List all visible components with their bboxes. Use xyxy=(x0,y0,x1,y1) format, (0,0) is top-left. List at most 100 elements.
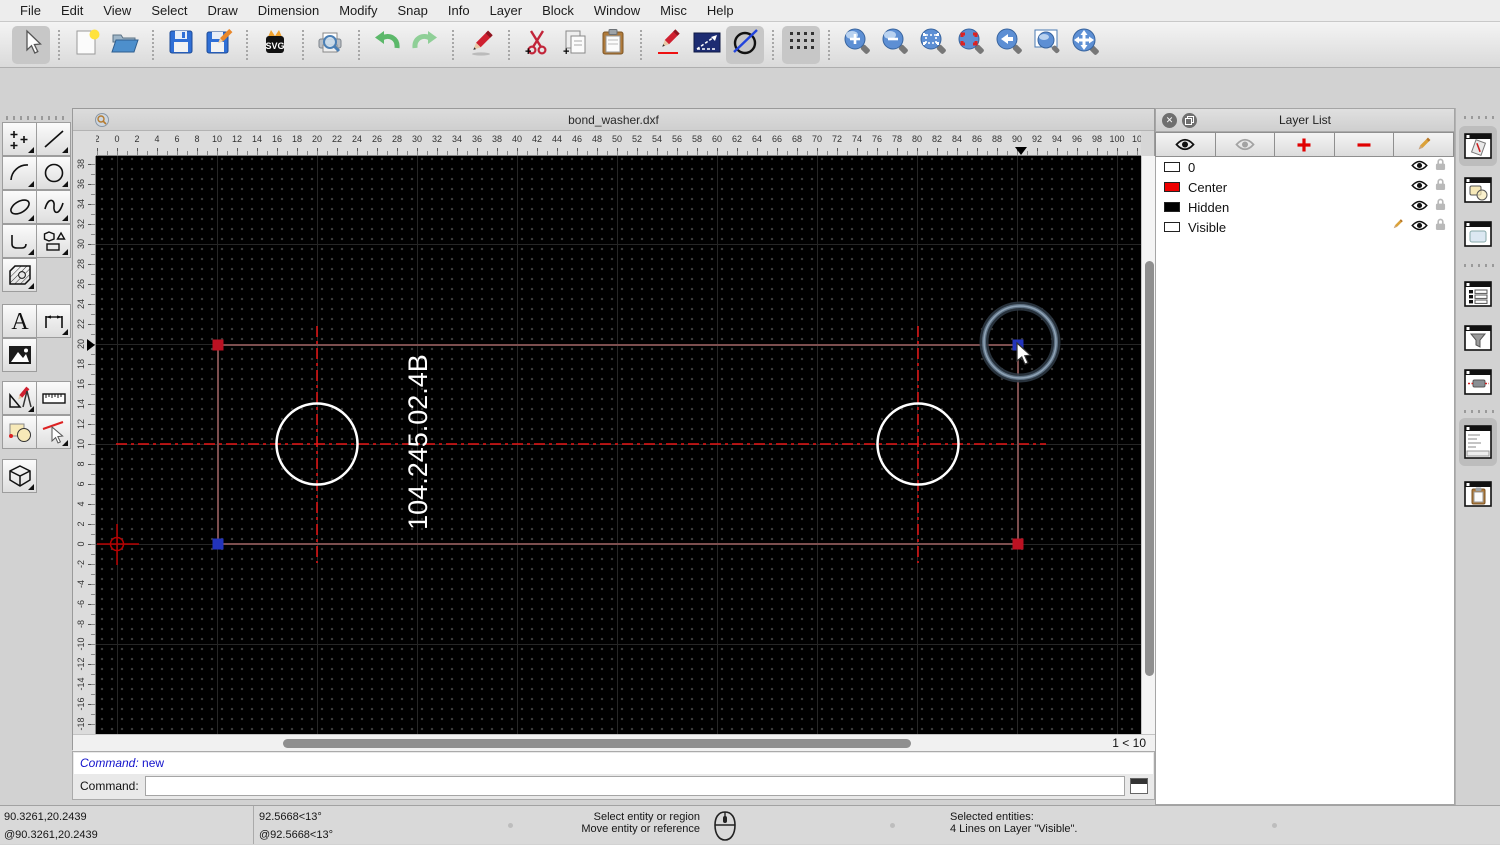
menu-item-block[interactable]: Block xyxy=(532,0,584,22)
delete-select-tool-button[interactable] xyxy=(36,415,71,449)
command-dock-toggle-button[interactable] xyxy=(1130,777,1148,794)
menu-item-window[interactable]: Window xyxy=(584,0,650,22)
cut-button[interactable]: + xyxy=(518,26,556,64)
menu-item-help[interactable]: Help xyxy=(697,0,744,22)
line-tool-button[interactable] xyxy=(36,122,71,156)
menu-item-edit[interactable]: Edit xyxy=(51,0,93,22)
polygon-tool-button[interactable] xyxy=(36,224,71,258)
layer-row-visible[interactable]: Visible xyxy=(1156,217,1454,237)
add-layer-button[interactable] xyxy=(1274,132,1335,157)
save-button[interactable] xyxy=(162,26,200,64)
menu-item-draw[interactable]: Draw xyxy=(197,0,247,22)
ruler-label: 14 xyxy=(76,399,86,410)
polyline-tool-button[interactable] xyxy=(2,224,37,258)
horizontal-scrollbar-thumb[interactable] xyxy=(283,739,911,748)
open-file-button[interactable] xyxy=(106,26,144,64)
menu-item-dimension[interactable]: Dimension xyxy=(248,0,329,22)
dock-block-list-button[interactable] xyxy=(1459,170,1497,210)
dock-dimension-widget-button[interactable] xyxy=(1459,362,1497,402)
zoom-out-button[interactable] xyxy=(876,26,914,64)
measure-tool-button[interactable] xyxy=(36,381,71,415)
layer-visibility-eye-icon[interactable] xyxy=(1411,178,1428,196)
menu-item-layer[interactable]: Layer xyxy=(480,0,533,22)
zoom-previous-button[interactable] xyxy=(990,26,1028,64)
layer-lock-icon[interactable] xyxy=(1435,198,1446,216)
zoom-window-button[interactable] xyxy=(1028,26,1066,64)
undo-button[interactable] xyxy=(368,26,406,64)
dimension-tool-button[interactable] xyxy=(36,304,71,338)
zoom-pan-button[interactable] xyxy=(1066,26,1104,64)
layer-visibility-eye-icon[interactable] xyxy=(1411,158,1428,176)
arc-tool-button[interactable] xyxy=(2,156,37,190)
dock-clipboard-button[interactable] xyxy=(1459,474,1497,514)
command-prompt-label: Command: xyxy=(80,778,139,793)
spline-tool-button[interactable] xyxy=(36,190,71,224)
ruler-label: -6 xyxy=(76,600,86,609)
menu-item-misc[interactable]: Misc xyxy=(650,0,697,22)
select-arrow-button[interactable] xyxy=(12,25,50,64)
zoom-redraw-button[interactable] xyxy=(952,26,990,64)
image-tool-button[interactable] xyxy=(2,338,37,372)
scissors-icon: + xyxy=(522,27,552,62)
layer-name: Center xyxy=(1188,179,1228,195)
selection-title: Selected entities: xyxy=(950,811,1034,823)
dock-pen-palette-button[interactable] xyxy=(1459,126,1497,166)
vertical-scrollbar-thumb[interactable] xyxy=(1145,261,1154,676)
solid-3d-tool-button[interactable] xyxy=(2,459,37,493)
text-tool-button[interactable]: A xyxy=(2,304,37,338)
delete-entity-button[interactable] xyxy=(462,26,500,64)
hide-all-layers-button[interactable] xyxy=(1214,132,1276,157)
order-tool-button[interactable] xyxy=(2,415,37,449)
layer-row-center[interactable]: Center xyxy=(1156,177,1454,197)
drawing-window-titlebar[interactable]: bond_washer.dxf xyxy=(73,109,1154,131)
snap-grid-button[interactable] xyxy=(782,25,820,64)
remove-layer-button[interactable] xyxy=(1333,132,1395,157)
zoom-auto-button[interactable] xyxy=(914,26,952,64)
layer-visibility-eye-icon[interactable] xyxy=(1411,198,1428,216)
layer-lock-icon[interactable] xyxy=(1435,158,1446,176)
show-all-layers-button[interactable] xyxy=(1155,132,1216,157)
layer-lock-icon[interactable] xyxy=(1435,178,1446,196)
dock-layer-list-button[interactable] xyxy=(1459,274,1497,314)
zoom-in-button[interactable] xyxy=(838,26,876,64)
redo-button[interactable] xyxy=(406,26,444,64)
drawing-window: bond_washer.dxf 202468101214161820222426… xyxy=(72,108,1156,751)
layer-row-hidden[interactable]: Hidden xyxy=(1156,197,1454,217)
dock-library-browser-button[interactable] xyxy=(1459,214,1497,254)
circle-tool-button[interactable] xyxy=(36,156,71,190)
menu-item-info[interactable]: Info xyxy=(438,0,480,22)
hatch-tool-button[interactable] xyxy=(2,258,37,292)
drawing-canvas[interactable]: 104.245.02.4B xyxy=(96,156,1141,734)
ruler-label: 16 xyxy=(76,379,86,390)
dock-layer-filter-button[interactable] xyxy=(1459,318,1497,358)
absolute-polar: 92.5668<13° xyxy=(259,811,322,823)
draw-pencil-button[interactable] xyxy=(650,26,688,64)
edit-layer-button[interactable] xyxy=(1393,132,1454,157)
save-as-button[interactable] xyxy=(200,26,238,64)
menu-item-snap[interactable]: Snap xyxy=(388,0,438,22)
undock-icon[interactable] xyxy=(1182,113,1197,128)
new-document-button[interactable] xyxy=(68,26,106,64)
ellipse-tool-button[interactable] xyxy=(2,190,37,224)
close-icon[interactable]: ✕ xyxy=(1162,113,1177,128)
menu-item-modify[interactable]: Modify xyxy=(329,0,387,22)
modify-tool-button[interactable] xyxy=(2,381,37,415)
layer-lock-icon[interactable] xyxy=(1435,218,1446,236)
layer-color-swatch xyxy=(1164,162,1180,172)
layer-row-0[interactable]: 0 xyxy=(1156,157,1454,177)
ruler-label: 38 xyxy=(491,134,503,144)
draft-mode-button[interactable] xyxy=(726,25,764,64)
print-preview-button[interactable] xyxy=(312,26,350,64)
menu-item-select[interactable]: Select xyxy=(141,0,197,22)
dock-command-widget-button[interactable] xyxy=(1459,418,1497,466)
menu-item-view[interactable]: View xyxy=(93,0,141,22)
layer-visibility-eye-icon[interactable] xyxy=(1411,218,1428,236)
points-tool-button[interactable] xyxy=(2,122,37,156)
paste-button[interactable] xyxy=(594,26,632,64)
menu-item-file[interactable]: File xyxy=(10,0,51,22)
vertical-scrollbar[interactable] xyxy=(1141,156,1156,734)
export-svg-button[interactable]: SVG xyxy=(256,26,294,64)
angle-reference-button[interactable] xyxy=(688,26,726,64)
command-input[interactable] xyxy=(144,775,1125,796)
copy-button[interactable]: + xyxy=(556,26,594,64)
